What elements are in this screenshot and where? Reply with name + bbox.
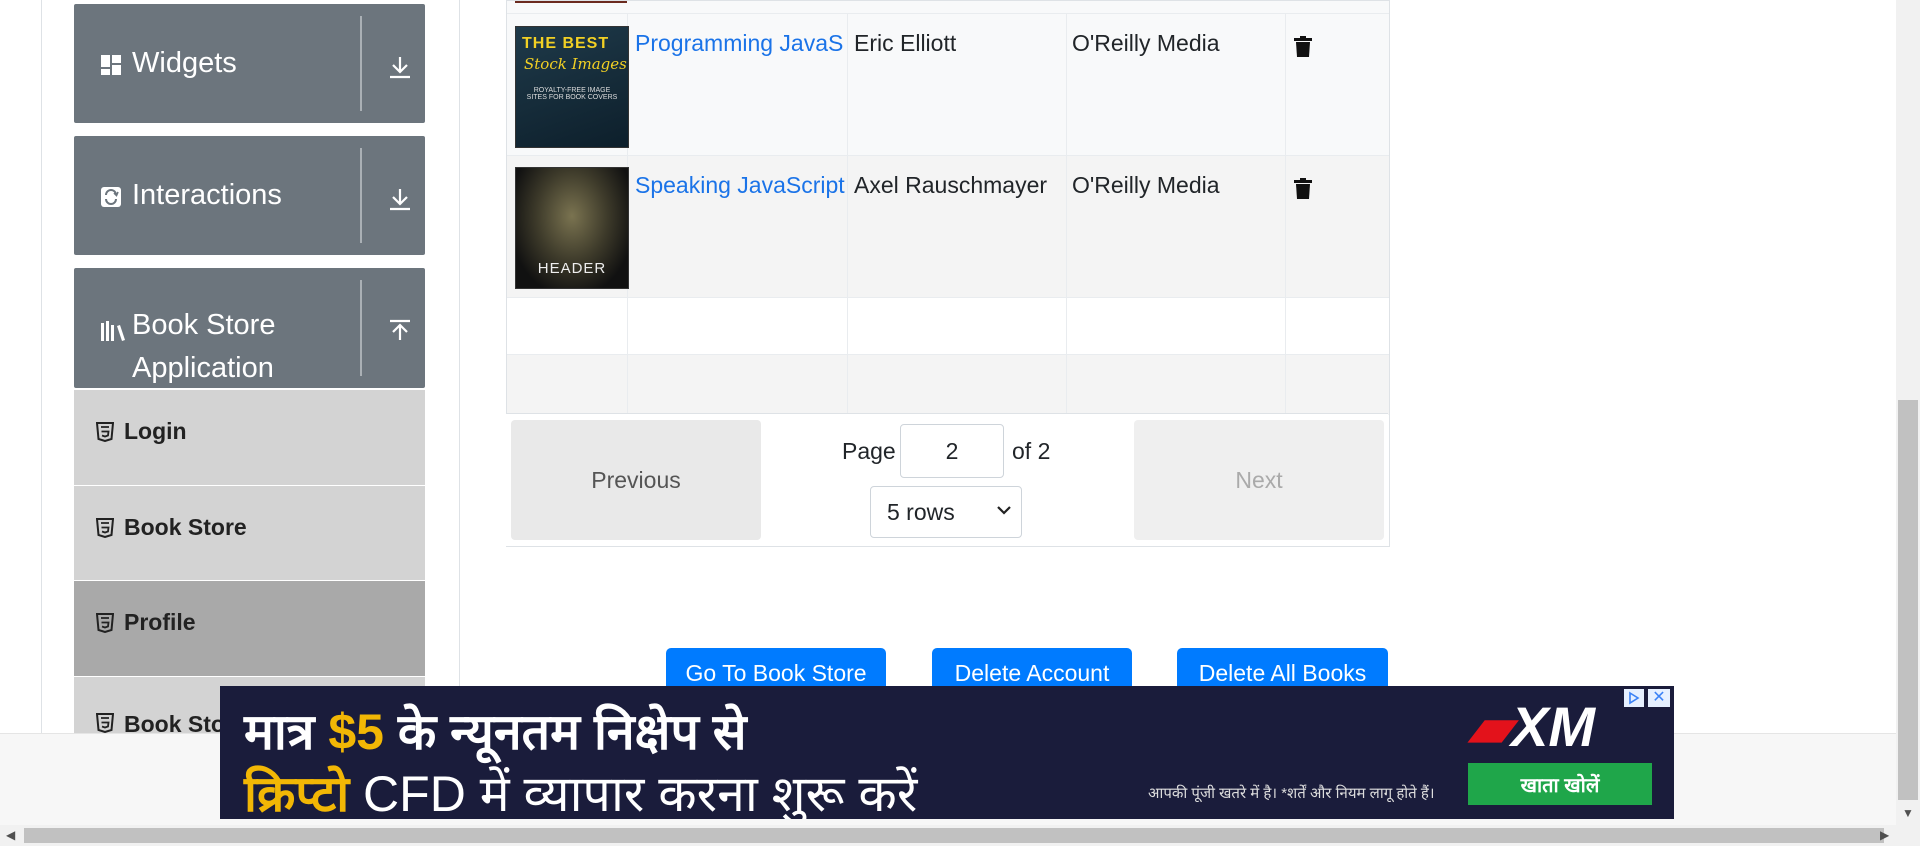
page-total-label: of 2 <box>1012 438 1051 464</box>
widgets-icon <box>101 55 121 75</box>
xm-logo: ▰XM <box>1468 694 1595 760</box>
interactions-icon <box>101 187 121 207</box>
sidebar-item-login[interactable]: Login <box>74 389 425 485</box>
separator <box>360 16 362 111</box>
table-row <box>507 1 1389 13</box>
html5-icon <box>96 613 114 633</box>
left-panel: Widgets Interactions Book Store Applicat… <box>0 0 460 734</box>
book-author: Eric Elliott <box>854 30 957 56</box>
sidebar-group-book-store-application[interactable]: Book Store Application <box>74 268 425 388</box>
book-author: Axel Rauschmayer <box>854 172 1048 198</box>
table-cell <box>628 298 848 355</box>
table-cell <box>507 355 628 415</box>
sidebar-item-label: Login <box>124 418 187 444</box>
trash-icon[interactable] <box>1294 178 1312 199</box>
book-publisher: O'Reilly Media <box>1072 172 1220 198</box>
ad-text: CFD में व्यापार करना शुरू करें <box>349 766 918 819</box>
table-row: THE BEST Stock Images ROYALTY-FREE IMAGE… <box>507 13 1389 156</box>
ad-brand: XM <box>1511 695 1596 758</box>
ad-close-icon[interactable]: ✕ <box>1648 689 1670 707</box>
cover-text: ROYALTY-FREE IMAGE SITES FOR BOOK COVERS <box>526 87 618 101</box>
table-cell <box>848 355 1067 415</box>
expand-arrow-icon[interactable] <box>387 54 413 80</box>
pagination-bar: Previous Page 2 of 2 5 rows Next <box>506 413 1388 546</box>
books-icon <box>101 321 125 341</box>
xm-logo-mark: ▰ <box>1468 695 1512 758</box>
ad-headline-line2: क्रिप्टो CFD में व्यापार करना शुरू करें <box>244 758 917 819</box>
book-publisher: O'Reilly Media <box>1072 30 1220 56</box>
sidebar-item-profile[interactable]: Profile <box>74 580 425 676</box>
book-cover-image: HEADER <box>515 167 629 289</box>
sidebar-group-title-line2: Application <box>132 352 274 384</box>
rows-per-page-value: 5 rows <box>887 499 955 525</box>
collapse-arrow-icon[interactable] <box>387 318 413 344</box>
scroll-right-arrow-icon[interactable]: ▶ <box>1880 828 1889 842</box>
book-cover-image: THE BEST Stock Images ROYALTY-FREE IMAGE… <box>515 26 629 148</box>
page-number-input[interactable]: 2 <box>900 424 1004 478</box>
previous-button[interactable]: Previous <box>511 420 761 540</box>
html5-icon <box>96 422 114 442</box>
separator <box>360 280 362 376</box>
expand-arrow-icon[interactable] <box>387 186 413 212</box>
cover-text: THE BEST <box>522 35 610 52</box>
table-cell <box>507 298 628 355</box>
adchoices-icon[interactable] <box>1624 689 1644 707</box>
ad-highlight: क्रिप्टो <box>244 766 350 819</box>
table-cell <box>628 355 848 415</box>
next-button[interactable]: Next <box>1134 420 1384 540</box>
table-row-empty <box>507 354 1389 415</box>
trash-icon[interactable] <box>1294 36 1312 57</box>
vertical-scrollbar-thumb[interactable] <box>1898 400 1918 800</box>
ad-cta-button[interactable]: खाता खोलें <box>1468 763 1652 805</box>
table-cell <box>1067 355 1286 415</box>
sidebar-group-title: Interactions <box>132 179 282 211</box>
ad-disclaimer: आपकी पूंजी खतरे में है। *शर्तें और नियम … <box>1148 785 1435 802</box>
ad-text: के न्यूनतम निक्षेप से <box>383 704 747 760</box>
table-cell <box>848 298 1067 355</box>
ad-headline-line1: मात्र $5 के न्यूनतम निक्षेप से <box>244 696 747 764</box>
content-divider <box>459 0 460 733</box>
html5-icon <box>96 713 114 733</box>
horizontal-scrollbar-thumb[interactable] <box>24 828 1884 843</box>
ad-banner[interactable]: मात्र $5 के न्यूनतम निक्षेप से क्रिप्टो … <box>220 686 1674 819</box>
separator <box>360 148 362 243</box>
table-cell <box>1067 298 1286 355</box>
table-row: HEADER Speaking JavaScript Axel Rauschma… <box>507 155 1389 298</box>
book-title-link[interactable]: Programming JavaS <box>635 30 845 57</box>
page-label: Page <box>842 438 896 464</box>
scroll-down-arrow-icon[interactable]: ▼ <box>1902 806 1914 820</box>
table-row-empty <box>507 297 1389 355</box>
sidebar-item-label: Book Store <box>124 514 247 540</box>
sidebar-item-label: Book Sto <box>124 711 225 734</box>
ad-text: मात्र <box>244 704 329 760</box>
rows-per-page-select[interactable]: 5 rows <box>870 486 1022 538</box>
cover-text: HEADER <box>537 260 607 277</box>
sidebar-group-interactions[interactable]: Interactions <box>74 136 425 255</box>
book-cover-edge <box>515 1 627 3</box>
scroll-left-arrow-icon[interactable]: ◀ <box>6 828 15 842</box>
sidebar-group-title: Widgets <box>132 47 237 79</box>
html5-icon <box>96 518 114 538</box>
chevron-down-icon <box>997 506 1011 515</box>
book-title-link[interactable]: Speaking JavaScript <box>635 172 847 199</box>
sidebar-item-book-store[interactable]: Book Store <box>74 485 425 580</box>
sidebar-group-title-line1: Book Store <box>132 309 276 341</box>
sidebar-group-widgets[interactable]: Widgets <box>74 4 425 123</box>
sidebar-item-label: Profile <box>124 609 196 635</box>
ad-highlight: $5 <box>328 704 384 760</box>
left-panel-border <box>41 0 42 733</box>
cover-text: Stock Images <box>524 55 627 73</box>
